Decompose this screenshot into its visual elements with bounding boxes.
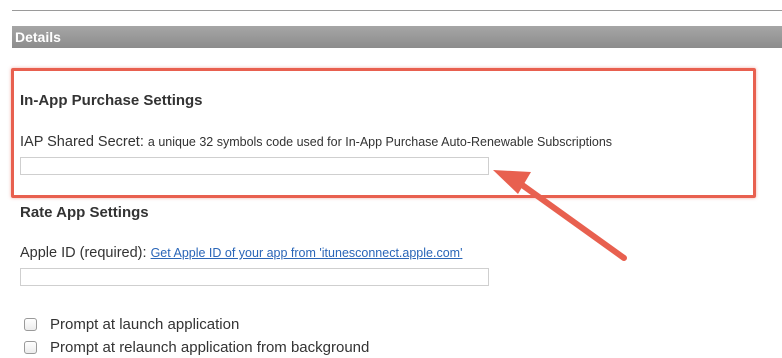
iap-shared-secret-label: IAP Shared Secret: bbox=[20, 134, 144, 150]
apple-id-row: Apple ID (required): Get Apple ID of you… bbox=[20, 245, 462, 261]
iap-shared-secret-row: IAP Shared Secret: a unique 32 symbols c… bbox=[20, 134, 612, 150]
prompt-at-launch-option[interactable]: Prompt at launch application bbox=[24, 316, 239, 333]
iap-settings-heading: In-App Purchase Settings bbox=[20, 92, 203, 109]
rate-app-settings-heading: Rate App Settings bbox=[20, 204, 149, 221]
apple-id-help-link[interactable]: Get Apple ID of your app from 'itunescon… bbox=[151, 246, 463, 260]
details-section-header: Details bbox=[12, 26, 782, 48]
prompt-at-launch-label: Prompt at launch application bbox=[50, 316, 240, 333]
highlight-box-annotation bbox=[11, 68, 756, 198]
prompt-at-relaunch-option[interactable]: Prompt at relaunch application from back… bbox=[24, 339, 369, 356]
arrow-annotation-icon bbox=[493, 170, 627, 261]
iap-shared-secret-hint: a unique 32 symbols code used for In-App… bbox=[147, 135, 613, 149]
apple-id-input[interactable] bbox=[20, 268, 489, 286]
top-divider bbox=[12, 10, 782, 11]
prompt-at-relaunch-checkbox[interactable] bbox=[24, 341, 37, 354]
prompt-at-relaunch-label: Prompt at relaunch application from back… bbox=[50, 339, 370, 356]
apple-id-label: Apple ID (required): bbox=[20, 245, 147, 261]
prompt-at-launch-checkbox[interactable] bbox=[24, 318, 37, 331]
iap-shared-secret-input[interactable] bbox=[20, 157, 489, 175]
